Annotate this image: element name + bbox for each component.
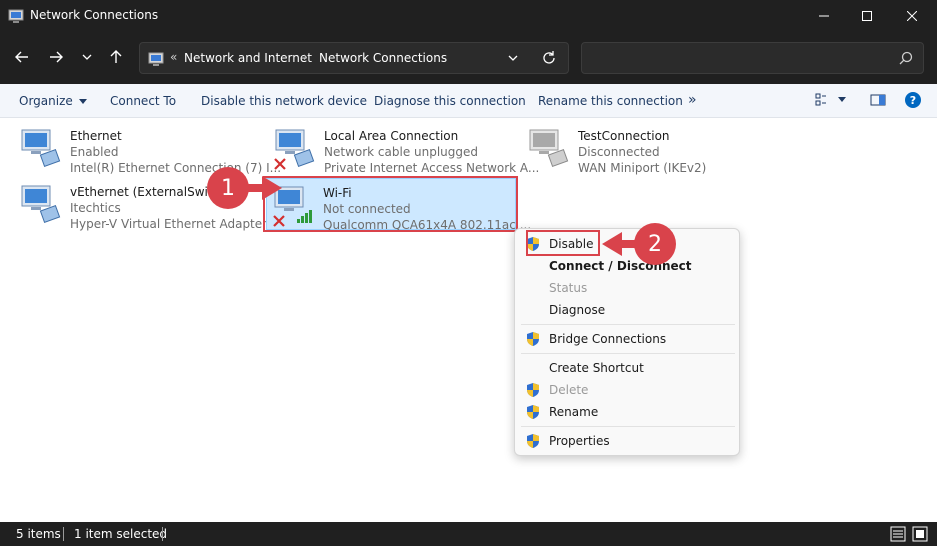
- window-title: Network Connections: [30, 8, 159, 22]
- search-input[interactable]: [581, 42, 924, 74]
- connection-device: Intel(R) Ethernet Connection (7) I...: [70, 161, 282, 175]
- menu-item-rename[interactable]: Rename: [515, 401, 741, 423]
- overflow-breadcrumb[interactable]: «: [170, 50, 177, 64]
- menu-label: Diagnose: [549, 303, 606, 317]
- menu-label: Connect / Disconnect: [549, 259, 692, 273]
- back-button[interactable]: [9, 42, 35, 72]
- menu-label: Delete: [549, 383, 589, 397]
- organize-label: Organize: [19, 94, 73, 108]
- connection-item-local-area-connection[interactable]: Local Area Connection Network cable unpl…: [268, 122, 539, 175]
- connection-status: Network cable unplugged: [324, 145, 479, 159]
- arrow-up-icon: [110, 50, 122, 63]
- status-bar: 5 items 1 item selected: [0, 522, 937, 546]
- connect-to-button[interactable]: Connect To: [110, 94, 176, 108]
- connection-device: Private Internet Access Network A...: [324, 161, 540, 175]
- menu-separator: [521, 324, 735, 325]
- connection-item-testconnection[interactable]: TestConnection Disconnected WAN Miniport…: [522, 122, 762, 175]
- connection-status: Itechtics: [70, 201, 121, 215]
- wifi-highlight-box: [263, 176, 518, 232]
- breadcrumb-separator[interactable]: ›: [303, 50, 308, 64]
- command-bar: Organize Connect To Disable this network…: [0, 84, 937, 118]
- context-menu: Disable Connect / Disconnect Status Diag…: [514, 228, 740, 456]
- connection-name: Ethernet: [70, 129, 122, 143]
- uac-shield-icon: [527, 434, 539, 448]
- menu-item-properties[interactable]: Properties: [515, 430, 741, 452]
- menu-separator: [521, 353, 735, 354]
- details-view-icon[interactable]: [890, 526, 906, 542]
- arrow-left-icon: [15, 51, 28, 63]
- menu-item-status: Status: [515, 277, 741, 299]
- minimize-button[interactable]: [801, 0, 847, 32]
- disable-highlight-box: [526, 230, 600, 256]
- status-separator: [63, 527, 64, 541]
- menu-label: Properties: [549, 434, 610, 448]
- menu-separator: [521, 426, 735, 427]
- network-adapter-icon: [21, 185, 61, 224]
- menu-item-connect-disconnect[interactable]: Connect / Disconnect: [515, 255, 741, 277]
- more-commands-button[interactable]: »: [688, 92, 697, 108]
- close-icon: [907, 11, 917, 21]
- network-adapter-icon: [21, 129, 61, 168]
- callout-step-2: 2: [634, 223, 676, 265]
- breadcrumb-network-and-internet[interactable]: Network and Internet: [184, 51, 312, 65]
- arrow-right-icon: [50, 51, 63, 63]
- menu-label: Bridge Connections: [549, 332, 667, 346]
- menu-item-delete: Delete: [515, 379, 741, 401]
- connection-name: TestConnection: [578, 129, 670, 143]
- connection-status: Disconnected: [578, 145, 660, 159]
- recent-locations-button[interactable]: [74, 42, 100, 72]
- close-button[interactable]: [889, 0, 935, 32]
- caret-down-icon: [78, 98, 87, 104]
- item-count: 5 items: [16, 527, 61, 541]
- control-panel-icon: [148, 52, 164, 66]
- menu-item-bridge-connections[interactable]: Bridge Connections: [515, 328, 741, 350]
- connections-list: Ethernet Enabled Intel(R) Ethernet Conne…: [0, 118, 937, 522]
- uac-shield-icon: [527, 405, 539, 419]
- connection-status: Enabled: [70, 145, 119, 159]
- menu-label: Create Shortcut: [549, 361, 644, 375]
- menu-label: Rename: [549, 405, 599, 419]
- title-bar: Network Connections: [0, 0, 937, 32]
- menu-item-create-shortcut[interactable]: Create Shortcut: [515, 357, 741, 379]
- uac-shield-icon: [527, 332, 539, 346]
- refresh-icon[interactable]: [541, 50, 557, 66]
- help-icon[interactable]: ?: [904, 91, 922, 109]
- uac-shield-icon: [527, 383, 539, 397]
- diagnose-connection-button[interactable]: Diagnose this connection: [374, 94, 526, 108]
- forward-button[interactable]: [43, 42, 69, 72]
- address-bar[interactable]: « Network and Internet › Network Connect…: [139, 42, 569, 74]
- caret-down-icon[interactable]: [838, 97, 846, 103]
- connection-item-ethernet[interactable]: Ethernet Enabled Intel(R) Ethernet Conne…: [14, 122, 281, 175]
- breadcrumb-network-connections[interactable]: Network Connections: [319, 51, 447, 65]
- network-adapter-disabled-icon: [529, 129, 569, 168]
- selection-count: 1 item selected: [74, 527, 168, 541]
- status-separator: [162, 527, 163, 541]
- search-icon: [899, 51, 913, 65]
- preview-pane-icon[interactable]: [870, 92, 886, 108]
- organize-button[interactable]: Organize: [19, 94, 87, 108]
- menu-label: Status: [549, 281, 588, 295]
- menu-item-diagnose[interactable]: Diagnose: [515, 299, 741, 321]
- change-view-icon[interactable]: [815, 92, 831, 108]
- chevron-down-icon: [82, 54, 92, 60]
- callout-step-1: 1: [207, 167, 249, 209]
- maximize-icon: [862, 11, 872, 21]
- minimize-icon: [819, 15, 829, 17]
- tiles-view-icon[interactable]: [912, 526, 928, 542]
- chevron-down-icon[interactable]: [507, 51, 519, 65]
- callout-arrow-right: [244, 176, 282, 200]
- svg-text:?: ?: [910, 94, 916, 107]
- up-button[interactable]: [103, 42, 129, 72]
- connection-device: Hyper-V Virtual Ethernet Adapter ...: [70, 217, 283, 231]
- network-connections-app-icon: [8, 9, 24, 23]
- connection-device: WAN Miniport (IKEv2): [578, 161, 707, 175]
- rename-connection-button[interactable]: Rename this connection: [538, 94, 683, 108]
- maximize-button[interactable]: [844, 0, 890, 32]
- connection-name: Local Area Connection: [324, 129, 459, 143]
- red-x-icon: [274, 158, 286, 170]
- disable-device-button[interactable]: Disable this network device: [201, 94, 367, 108]
